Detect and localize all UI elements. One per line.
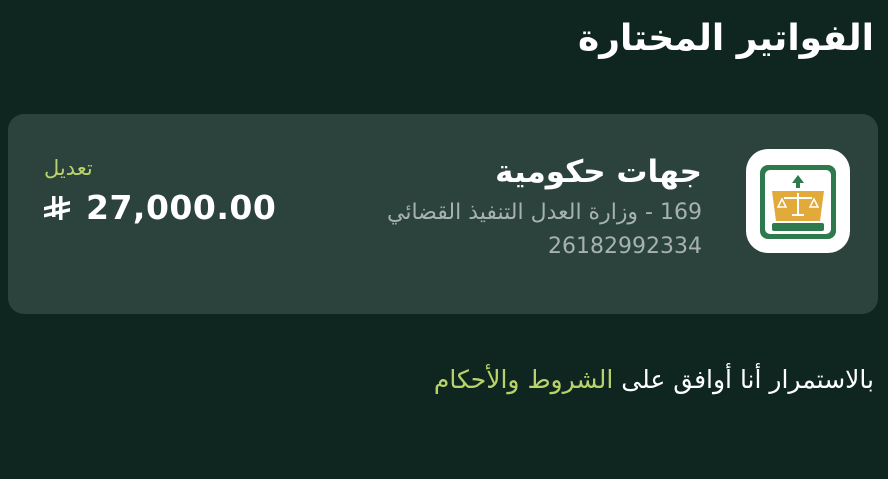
terms-prefix: بالاستمرار أنا أوافق على [621, 365, 874, 394]
selected-bill-card[interactable]: جهات حكومية 169 - وزارة العدل التنفيذ ال… [8, 114, 878, 314]
edit-bill-link[interactable]: تعديل [42, 154, 276, 182]
bill-provider: 169 - وزارة العدل التنفيذ القضائي [387, 200, 702, 225]
page-title: الفواتير المختارة [578, 18, 874, 59]
amount-row: 27,000.00 [42, 188, 276, 227]
bill-number: 26182992334 [548, 234, 702, 259]
bill-category: جهات حكومية [495, 154, 702, 190]
ministry-of-justice-logo-icon [746, 149, 850, 253]
saudi-riyal-icon [44, 195, 70, 220]
bill-amount-block: تعديل 27,000.00 [42, 154, 276, 227]
terms-agreement: بالاستمرار أنا أوافق على الشروط والأحكام [434, 365, 874, 394]
bill-info: جهات حكومية 169 - وزارة العدل التنفيذ ال… [387, 152, 702, 264]
bill-amount: 27,000.00 [86, 188, 277, 227]
terms-and-conditions-link[interactable]: الشروط والأحكام [434, 365, 613, 394]
